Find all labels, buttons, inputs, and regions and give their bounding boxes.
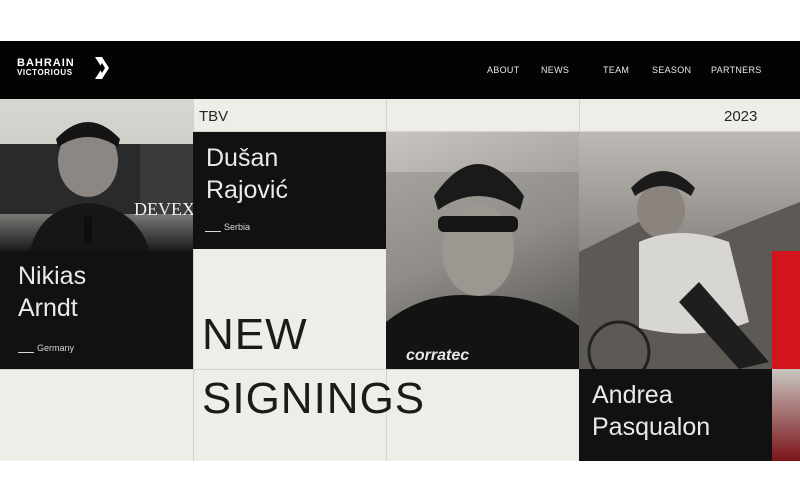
logo-line-1: BAHRAIN	[17, 57, 75, 69]
logo-chevron-icon	[95, 57, 109, 79]
top-nav-bar: BAHRAIN VICTORIOUS ABOUT NEWS TEAM SEASO…	[0, 41, 800, 99]
rider-last-name: Arndt	[18, 294, 78, 322]
rider-country: Serbia	[205, 222, 250, 232]
photo-strip	[772, 369, 800, 461]
nav-item-team[interactable]: TEAM	[603, 65, 629, 75]
rider-photo-andrea-pasqualon	[579, 132, 800, 369]
rider-card-andrea-pasqualon[interactable]: Andrea Pasqualon	[579, 369, 772, 461]
rider-photo-nikias-arndt: DEVEX	[0, 99, 193, 251]
nav-item-news[interactable]: NEWS	[541, 65, 569, 75]
nav-item-season[interactable]: SEASON	[652, 65, 691, 75]
headline-line-1: NEW	[202, 310, 308, 359]
rider-photo-dusan-rajovic: corratec	[386, 132, 579, 369]
rider-first-name: Dušan	[206, 144, 279, 172]
rider-last-name: Pasqualon	[592, 413, 711, 441]
hero-banner[interactable]: DEVEX TBV Dušan Rajović Serbia corratec …	[0, 99, 800, 461]
headline-line-2: SIGNINGS	[202, 374, 426, 423]
team-logo[interactable]: BAHRAIN VICTORIOUS	[17, 58, 75, 78]
logo-line-2: VICTORIOUS	[17, 68, 73, 77]
rider-card-nikias-arndt[interactable]: Nikias Arndt Germany	[0, 251, 193, 369]
rider-first-name: Andrea	[592, 381, 673, 409]
nav-item-partners[interactable]: PARTNERS	[711, 65, 762, 75]
jersey-text: corratec	[406, 347, 469, 364]
rider-country: Germany	[18, 343, 74, 353]
rider-last-name: Rajović	[206, 176, 288, 204]
nav-item-about[interactable]: ABOUT	[487, 65, 520, 75]
red-accent-bar	[772, 251, 800, 369]
year-label: 2023	[724, 108, 758, 125]
tbv-label: TBV	[199, 108, 229, 125]
rider-card-dusan-rajovic[interactable]: Dušan Rajović Serbia	[193, 132, 386, 249]
page-bottom	[0, 461, 800, 484]
sponsor-banner-text: DEVEX	[134, 199, 193, 219]
rider-first-name: Nikias	[18, 262, 87, 290]
